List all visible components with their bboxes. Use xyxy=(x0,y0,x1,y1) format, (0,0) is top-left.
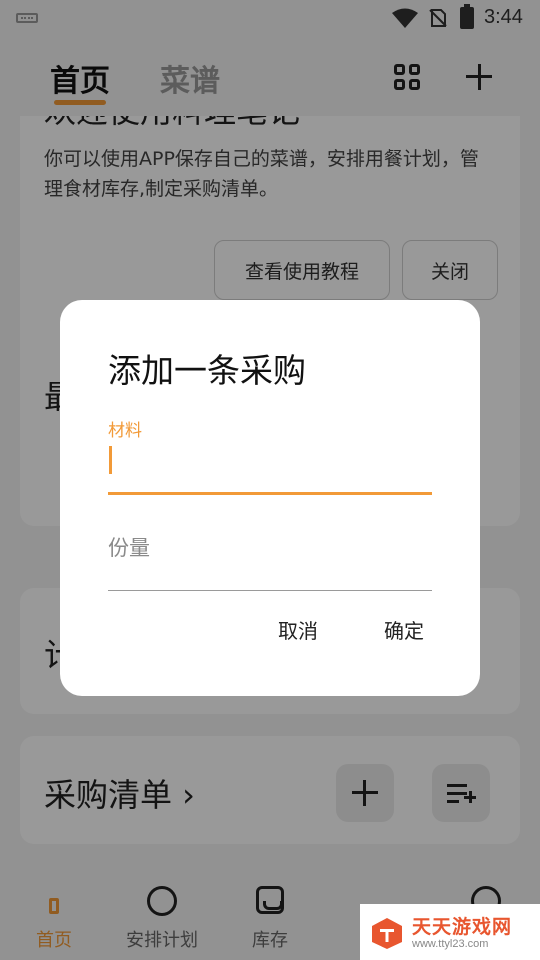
quantity-input[interactable] xyxy=(108,526,432,570)
material-input[interactable] xyxy=(108,442,432,482)
watermark-logo-icon xyxy=(372,918,402,949)
watermark-url: www.ttyl23.com xyxy=(412,938,489,950)
watermark-title: 天天游戏网 xyxy=(412,916,513,938)
confirm-button[interactable]: 确定 xyxy=(372,606,436,652)
text-cursor xyxy=(109,446,112,474)
cancel-button[interactable]: 取消 xyxy=(266,606,330,652)
dialog-title: 添加一条采购 xyxy=(108,351,306,390)
material-label: 材料 xyxy=(108,421,142,441)
quantity-underline xyxy=(108,590,432,591)
add-purchase-dialog: 添加一条采购 材料 取消 确定 xyxy=(60,300,480,696)
material-underline xyxy=(108,492,432,495)
watermark: 天天游戏网 www.ttyl23.com xyxy=(360,904,540,960)
